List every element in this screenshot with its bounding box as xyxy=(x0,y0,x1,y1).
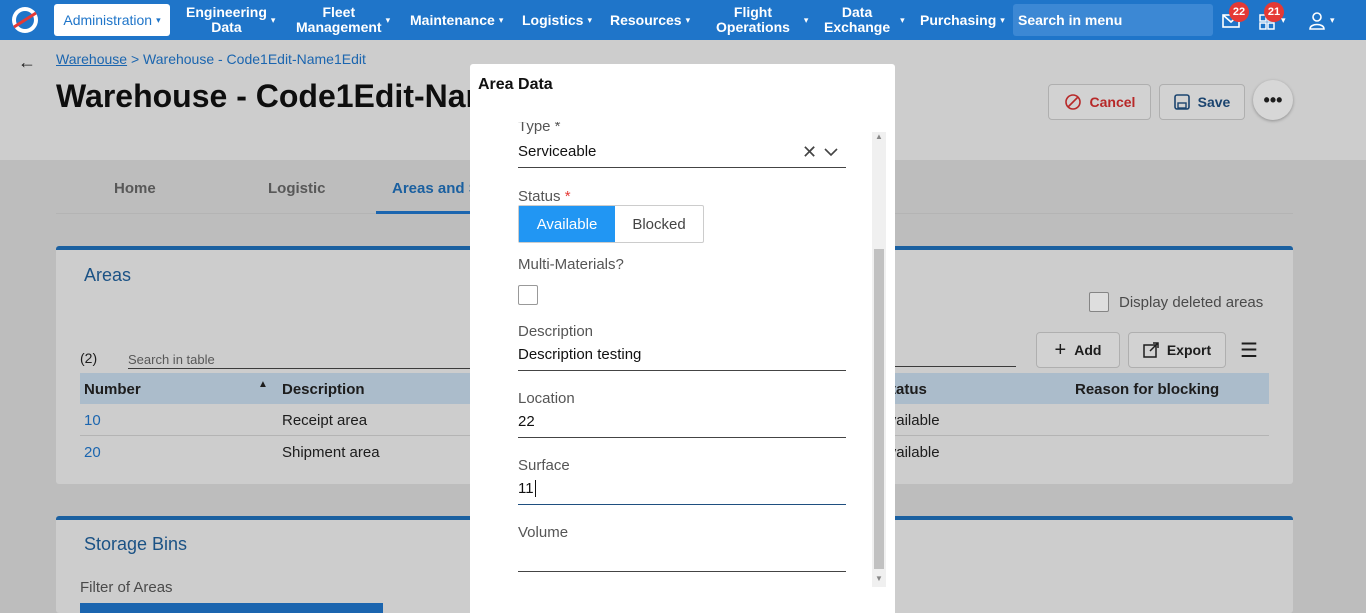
status-label-text: Status xyxy=(518,188,561,205)
volume-underline xyxy=(518,571,846,572)
nav-flight-operations[interactable]: Flight Operations ▾ xyxy=(716,0,808,40)
nav-label-line1: Flight xyxy=(733,4,772,20)
type-select-value[interactable]: Serviceable xyxy=(518,143,596,160)
nav-label-line2: Exchange xyxy=(824,19,891,35)
chevron-down-icon: ▾ xyxy=(156,14,161,25)
clear-icon[interactable]: ✕ xyxy=(802,142,817,163)
top-navigation-bar: Administration ▾ Engineering Data ▾ Fleet… xyxy=(0,0,1366,40)
administration-menu-button[interactable]: Administration ▾ xyxy=(54,4,170,36)
description-label: Description xyxy=(518,323,594,340)
surface-input[interactable]: 11 xyxy=(518,480,536,497)
type-underline xyxy=(518,167,846,168)
description-underline xyxy=(518,370,846,371)
nav-logistics[interactable]: Logistics ▾ xyxy=(522,0,592,40)
status-available-option[interactable]: Available xyxy=(519,206,615,242)
description-input[interactable]: Description testing xyxy=(518,346,641,363)
nav-label: Purchasing xyxy=(920,11,997,28)
location-input[interactable]: 22 xyxy=(518,413,535,430)
chevron-down-icon[interactable]: ▾ xyxy=(1281,15,1286,26)
nav-label-line2: Operations xyxy=(716,19,790,35)
chevron-down-icon: ▾ xyxy=(1000,14,1005,25)
required-asterisk: * xyxy=(564,188,571,205)
area-data-dialog: Area Data Type * Serviceable ✕ Status * … xyxy=(470,64,895,613)
nav-label-line2: Management xyxy=(296,19,382,35)
scroll-down-arrow-icon[interactable]: ▼ xyxy=(875,574,883,583)
dialog-scroll-content: Type * Serviceable ✕ Status * Available … xyxy=(470,122,870,613)
location-label: Location xyxy=(518,390,575,407)
menu-search-placeholder: Search in menu xyxy=(1018,12,1123,28)
nav-label: Logistics xyxy=(522,11,584,28)
chevron-down-icon: ▾ xyxy=(685,14,691,25)
status-blocked-option[interactable]: Blocked xyxy=(615,206,703,242)
administration-label: Administration xyxy=(63,12,153,28)
nav-purchasing[interactable]: Purchasing ▾ xyxy=(920,0,1005,40)
nav-fleet-management[interactable]: Fleet Management ▾ xyxy=(296,0,390,40)
nav-label-line1: Fleet xyxy=(322,4,356,20)
nav-label-line2: Data xyxy=(211,19,242,35)
mail-count-badge: 22 xyxy=(1229,2,1249,22)
surface-underline-focused xyxy=(518,504,846,505)
type-label: Type * xyxy=(518,122,561,135)
chevron-down-icon: ▾ xyxy=(498,14,504,25)
menu-search-input[interactable]: Search in menu xyxy=(1013,4,1213,36)
chevron-down-icon: ▾ xyxy=(900,14,905,25)
scroll-up-arrow-icon[interactable]: ▲ xyxy=(875,132,883,141)
chevron-down-icon[interactable] xyxy=(824,147,838,157)
nav-label-line1: Engineering xyxy=(186,4,267,20)
user-account-icon[interactable] xyxy=(1308,10,1330,32)
chevron-down-icon: ▾ xyxy=(587,14,592,25)
chevron-down-icon: ▾ xyxy=(803,14,809,25)
chevron-down-icon[interactable]: ▾ xyxy=(1330,15,1335,26)
nav-label: Resources xyxy=(610,11,682,28)
volume-label: Volume xyxy=(518,524,569,541)
nav-label-line1: Data xyxy=(841,4,873,20)
app-logo-icon[interactable] xyxy=(10,5,40,35)
dialog-title: Area Data xyxy=(478,76,553,93)
chevron-down-icon: ▾ xyxy=(385,14,391,25)
nav-engineering-data[interactable]: Engineering Data ▾ xyxy=(186,0,275,40)
nav-maintenance[interactable]: Maintenance ▾ xyxy=(410,0,503,40)
multi-materials-label: Multi-Materials? xyxy=(518,256,624,273)
multi-materials-checkbox[interactable] xyxy=(518,285,538,305)
location-underline xyxy=(518,437,846,438)
chevron-down-icon: ▾ xyxy=(270,14,276,25)
status-toggle-group: Available Blocked xyxy=(518,205,704,243)
nav-data-exchange[interactable]: Data Exchange ▾ xyxy=(824,0,905,40)
dialog-scrollbar-thumb[interactable] xyxy=(874,249,884,569)
surface-label: Surface xyxy=(518,457,570,474)
status-label: Status * xyxy=(518,188,571,205)
nav-resources[interactable]: Resources ▾ xyxy=(610,0,690,40)
nav-label: Maintenance xyxy=(410,11,495,28)
